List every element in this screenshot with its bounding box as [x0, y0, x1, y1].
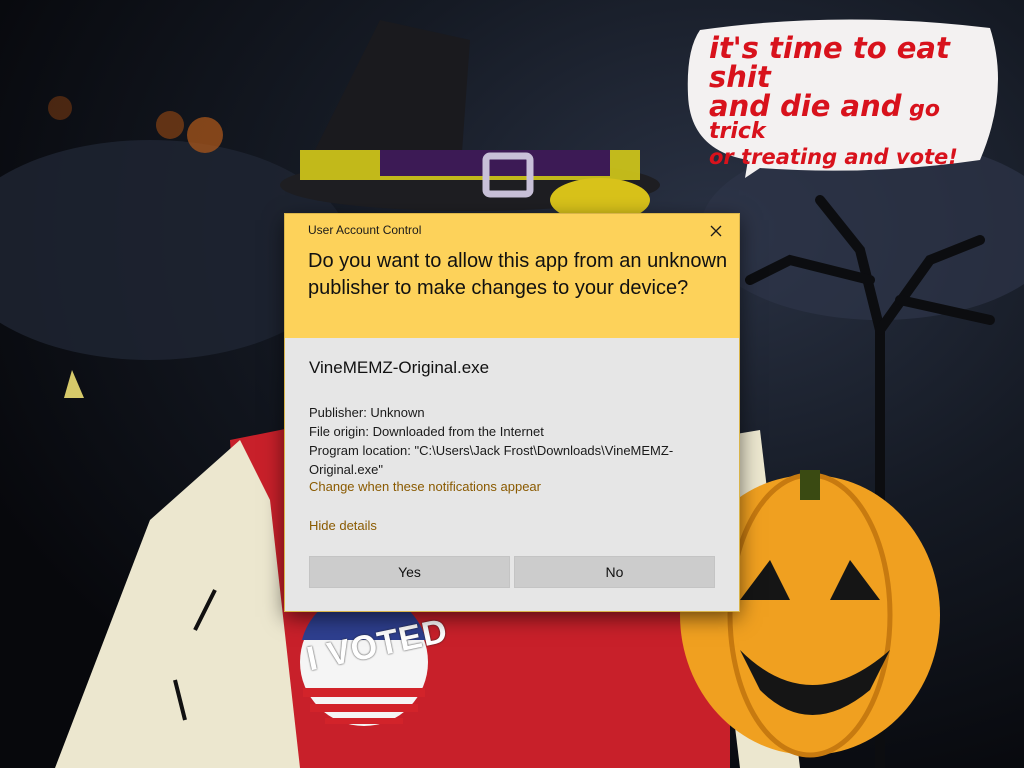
speech-line-2: and die and go trick: [709, 92, 940, 143]
program-location-text: Program location: "C:\Users\Jack Frost\D…: [309, 443, 674, 477]
speech-line-2-big: and die and: [709, 89, 902, 123]
publisher-text: Publisher: Unknown: [309, 405, 425, 420]
speech-line-3: or treating and vote!: [709, 145, 958, 169]
speech-bubble-text: it's time to eat shit and die and go tri…: [709, 34, 999, 168]
hide-details-link[interactable]: Hide details: [309, 518, 377, 533]
file-origin-text: File origin: Downloaded from the Interne…: [309, 424, 544, 439]
no-button[interactable]: No: [514, 556, 715, 588]
close-button[interactable]: [705, 220, 727, 242]
uac-dialog: User Account Control Do you want to allo…: [285, 214, 739, 611]
change-notifications-link[interactable]: Change when these notifications appear: [309, 479, 541, 494]
close-icon: [710, 225, 722, 237]
dialog-title: User Account Control: [308, 223, 422, 237]
app-name: VineMEMZ-Original.exe: [309, 358, 490, 377]
uac-question: Do you want to allow this app from an un…: [308, 250, 728, 299]
speech-line-1: it's time to eat shit: [709, 31, 950, 94]
uac-header: User Account Control Do you want to allo…: [285, 214, 739, 338]
details-section: Publisher: Unknown File origin: Download…: [309, 403, 719, 479]
desktop-background: it's time to eat shit and die and go tri…: [0, 0, 1024, 768]
yes-button[interactable]: Yes: [309, 556, 510, 588]
